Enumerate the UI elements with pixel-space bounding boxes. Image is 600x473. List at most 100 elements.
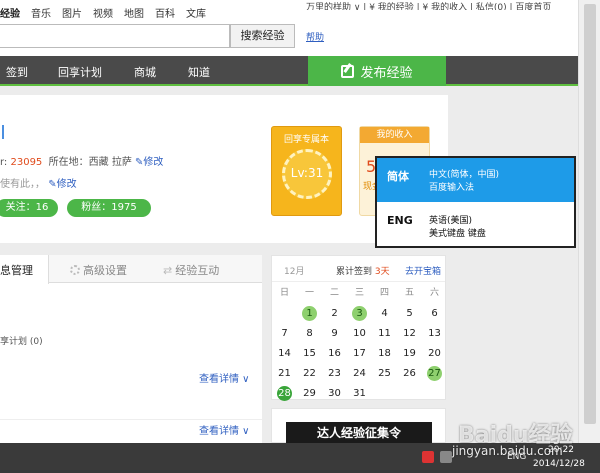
- nav-link-map[interactable]: 地图: [124, 5, 144, 20]
- nav-mall[interactable]: 商城: [134, 64, 156, 80]
- calendar-day[interactable]: 30: [322, 384, 347, 403]
- badge-title: 回享专属本: [283, 135, 329, 145]
- calendar-day[interactable]: 21: [272, 364, 297, 383]
- open-treasure-link[interactable]: 去开宝箱: [405, 264, 441, 277]
- weekday-label: 六: [429, 288, 439, 298]
- divider: [0, 419, 262, 420]
- publish-label: 发布经验: [360, 65, 413, 81]
- calendar-day[interactable]: 25: [372, 364, 397, 383]
- user-menu[interactable]: 万里的样助 ∨ | ¥ 我的经验 | ¥ 我的收入 | 私信(0) | 百度首页: [306, 0, 551, 10]
- ime-option-chinese[interactable]: 简体 中文(简体，中国) 百度输入法: [377, 158, 574, 202]
- calendar-day[interactable]: 13: [422, 324, 447, 343]
- profile-info-line: r: 23095 所在地：西藏 拉萨 ✎修改: [0, 153, 163, 168]
- calendar-day[interactable]: 29: [297, 384, 322, 403]
- promo-banner[interactable]: 达人经验征集令: [271, 408, 446, 444]
- edit-location-link[interactable]: ✎修改: [135, 157, 163, 168]
- level-badge-card[interactable]: 回享专属本 Lv:31: [271, 126, 342, 216]
- calendar-day[interactable]: 15: [297, 344, 322, 363]
- calendar-day[interactable]: 12: [397, 324, 422, 343]
- calendar-day[interactable]: 10: [347, 324, 372, 343]
- calendar-day[interactable]: 23: [322, 364, 347, 383]
- publish-button[interactable]: 发布经验: [308, 56, 446, 86]
- top-nav: 经验 音乐 图片 视频 地图 百科 文库 万里的样助 ∨ | ¥ 我的经验 | …: [0, 0, 578, 22]
- calendar-day[interactable]: 4: [372, 304, 397, 323]
- calendar-day[interactable]: 1: [297, 304, 322, 323]
- taskbar-date: 2014/12/28: [533, 459, 585, 469]
- calendar-header: 12月 累计签到 3天 去开宝箱: [272, 256, 445, 282]
- ime-lang: 英语(美国): [429, 216, 473, 226]
- calendar-day[interactable]: 6: [422, 304, 447, 323]
- calendar-day[interactable]: 11: [372, 324, 397, 343]
- calendar-day[interactable]: 28: [272, 384, 297, 403]
- calendar-day[interactable]: 27: [422, 364, 447, 383]
- calendar-day[interactable]: 31: [347, 384, 372, 403]
- input-method-popup: 简体 中文(简体，中国) 百度输入法 ENG 英语(美国) 美式键盘 键盘: [375, 156, 576, 248]
- ime-desc: 中文(简体，中国) 百度输入法: [429, 169, 499, 195]
- weekday-label: 三: [354, 288, 364, 298]
- view-details-link[interactable]: 查看详情 ∨: [199, 422, 250, 437]
- calendar-day[interactable]: 18: [372, 344, 397, 363]
- calendar-day[interactable]: 19: [397, 344, 422, 363]
- calendar-day[interactable]: 2: [322, 304, 347, 323]
- nav-link-baike[interactable]: 百科: [155, 5, 175, 20]
- nav-share-plan[interactable]: 回享计划: [58, 64, 102, 80]
- main-nav: 签到 回享计划 商城 知道 发布经验: [0, 56, 578, 86]
- calendar-day[interactable]: 20: [422, 344, 447, 363]
- weekday-label: 四: [379, 288, 389, 298]
- search-button[interactable]: 搜索经验: [230, 24, 295, 48]
- edit-icon: [341, 64, 355, 78]
- help-link[interactable]: 帮助: [306, 30, 324, 43]
- tab-advanced-settings[interactable]: 高级设置: [70, 262, 127, 278]
- view-details-link[interactable]: 查看详情 ∨: [199, 370, 250, 385]
- calendar-day[interactable]: 9: [322, 324, 347, 343]
- calendar-day[interactable]: 7: [272, 324, 297, 343]
- settings-tabs-panel: 息管理 高级设置 ⇄ 经验互动 享计划 (0) 查看详情 ∨ 查看详情 ∨: [0, 255, 262, 443]
- ime-lang: 中文(简体，中国): [429, 170, 500, 180]
- tab-experience-interaction[interactable]: ⇄ 经验互动: [163, 262, 219, 278]
- level-text: Lv:31: [290, 166, 324, 180]
- exp-prefix: r:: [0, 157, 11, 168]
- signature-text: 使有此，，: [0, 179, 45, 190]
- flag-icon[interactable]: [440, 451, 452, 463]
- ime-option-english[interactable]: ENG 英语(美国) 美式键盘 键盘: [377, 204, 574, 248]
- username-fragment: [0, 125, 4, 139]
- ime-desc: 英语(美国) 美式键盘 键盘: [429, 215, 486, 241]
- nav-link-images[interactable]: 图片: [62, 5, 82, 20]
- exp-value: 23095: [10, 157, 43, 168]
- level-medal-icon: Lv:31: [282, 149, 332, 199]
- nav-link-jingyan[interactable]: 经验: [0, 5, 20, 20]
- calendar-day[interactable]: 5: [397, 304, 422, 323]
- search-row: 搜索经验 帮助: [0, 22, 578, 56]
- calendar-day[interactable]: 22: [297, 364, 322, 383]
- page-scrollbar[interactable]: [578, 0, 600, 443]
- fans-count-button[interactable]: 粉丝：1975: [67, 199, 151, 217]
- follow-count-button[interactable]: 关注：16: [0, 199, 58, 217]
- calendar-day[interactable]: 16: [322, 344, 347, 363]
- calendar-day[interactable]: 8: [297, 324, 322, 343]
- calendar-day[interactable]: 14: [272, 344, 297, 363]
- weekday-label: 日: [279, 288, 289, 298]
- search-input[interactable]: [0, 24, 230, 48]
- edit-signature-link[interactable]: ✎修改: [48, 179, 76, 190]
- weekday-label: 二: [329, 288, 339, 298]
- calendar-day[interactable]: 26: [397, 364, 422, 383]
- banner-text: 达人经验征集令: [286, 422, 432, 444]
- app-tray-icon[interactable]: [422, 451, 434, 463]
- calendar-day[interactable]: 17: [347, 344, 372, 363]
- nav-link-music[interactable]: 音乐: [31, 5, 51, 20]
- nav-link-video[interactable]: 视频: [93, 5, 113, 20]
- nav-link-wenku[interactable]: 文库: [186, 5, 206, 20]
- watermark-url: jingyan.baidu.com: [452, 444, 563, 458]
- weekday-label: 一: [304, 288, 314, 298]
- tab-bar: 息管理 高级设置 ⇄ 经验互动: [0, 255, 262, 284]
- tab-info-management[interactable]: 息管理: [0, 262, 33, 278]
- top-nav-links: 经验 音乐 图片 视频 地图 百科 文库: [0, 5, 206, 20]
- ime-layout: 美式键盘 键盘: [429, 229, 486, 239]
- nav-checkin[interactable]: 签到: [6, 64, 28, 80]
- calendar-day[interactable]: 3: [347, 304, 372, 323]
- nav-zhidao[interactable]: 知道: [188, 64, 210, 80]
- scrollbar-thumb[interactable]: [584, 4, 596, 424]
- checkin-total: 累计签到 3天: [336, 267, 390, 277]
- calendar-day: [422, 384, 447, 403]
- calendar-day[interactable]: 24: [347, 364, 372, 383]
